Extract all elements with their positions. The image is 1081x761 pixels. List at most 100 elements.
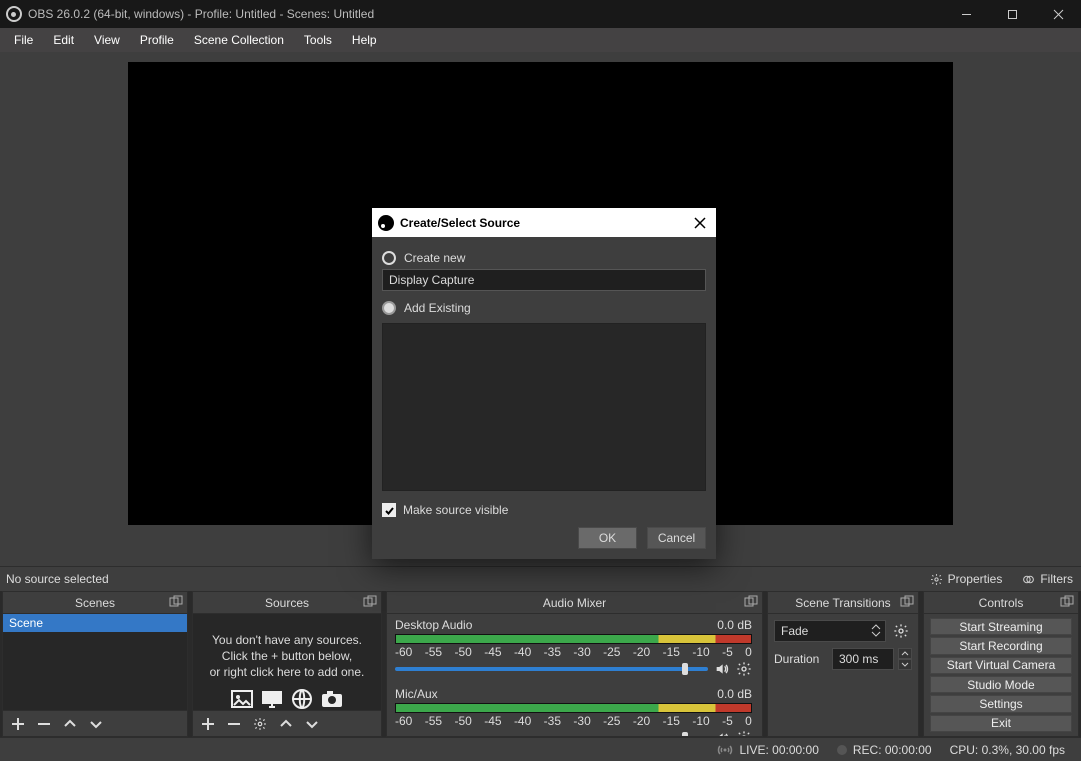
remove-source-button[interactable] — [225, 715, 243, 733]
dialog-close-button[interactable] — [690, 213, 710, 233]
popout-icon[interactable] — [900, 595, 914, 609]
obs-logo-icon — [6, 6, 22, 22]
controls-body: Start Streaming Start Recording Start Vi… — [924, 614, 1078, 736]
source-name-input[interactable]: Display Capture — [382, 269, 706, 291]
duration-label: Duration — [774, 652, 828, 666]
spin-up[interactable] — [898, 648, 912, 659]
sources-empty-line1: You don't have any sources. — [212, 632, 362, 648]
menu-bar: File Edit View Profile Scene Collection … — [0, 28, 1081, 52]
scenes-dock: Scenes Scene — [2, 591, 188, 737]
popout-icon[interactable] — [169, 595, 183, 609]
image-icon — [230, 687, 254, 710]
sources-empty-line2: Click the + button below, — [222, 648, 352, 664]
make-visible-label: Make source visible — [403, 503, 508, 517]
sources-footer — [193, 710, 381, 736]
start-virtual-camera-button[interactable]: Start Virtual Camera — [930, 657, 1072, 674]
start-recording-button[interactable]: Start Recording — [930, 637, 1072, 654]
menu-edit[interactable]: Edit — [43, 29, 84, 51]
sources-header[interactable]: Sources — [193, 592, 381, 614]
mixer-title: Audio Mixer — [543, 596, 606, 610]
camera-icon — [320, 687, 344, 710]
studio-mode-button[interactable]: Studio Mode — [930, 676, 1072, 693]
no-source-label: No source selected — [6, 572, 109, 586]
settings-button[interactable]: Settings — [930, 695, 1072, 712]
popout-icon[interactable] — [363, 595, 377, 609]
create-new-radio[interactable]: Create new — [382, 247, 706, 269]
menu-help[interactable]: Help — [342, 29, 387, 51]
properties-label: Properties — [948, 572, 1003, 586]
transition-settings-button[interactable] — [890, 620, 912, 642]
add-source-button[interactable] — [199, 715, 217, 733]
transitions-header[interactable]: Scene Transitions — [768, 592, 918, 614]
speaker-icon[interactable] — [714, 730, 730, 736]
sources-list[interactable]: You don't have any sources. Click the + … — [193, 614, 381, 710]
sources-dock: Sources You don't have any sources. Clic… — [192, 591, 382, 737]
add-scene-button[interactable] — [9, 715, 27, 733]
scenes-title: Scenes — [75, 596, 115, 610]
source-properties-button[interactable] — [251, 715, 269, 733]
checkbox-checked-icon — [382, 503, 396, 517]
gear-icon[interactable] — [736, 730, 752, 736]
create-new-label: Create new — [404, 251, 465, 265]
track-db: 0.0 dB — [717, 687, 752, 701]
popout-icon[interactable] — [1060, 595, 1074, 609]
transitions-title: Scene Transitions — [795, 596, 890, 610]
volume-slider[interactable] — [395, 667, 708, 671]
duration-spinner[interactable] — [898, 648, 912, 670]
controls-title: Controls — [979, 596, 1024, 610]
menu-view[interactable]: View — [84, 29, 130, 51]
close-button[interactable] — [1035, 0, 1081, 28]
scenes-list[interactable]: Scene — [3, 614, 187, 710]
move-scene-up-button[interactable] — [61, 715, 79, 733]
record-dot-icon — [837, 745, 847, 755]
move-source-down-button[interactable] — [303, 715, 321, 733]
menu-profile[interactable]: Profile — [130, 29, 184, 51]
source-name-value: Display Capture — [389, 273, 474, 287]
meter-ticks: -60-55-50-45-40-35-30-25-20-15-10-50 — [395, 714, 752, 728]
move-scene-down-button[interactable] — [87, 715, 105, 733]
source-toolbar: No source selected Properties Filters — [0, 566, 1081, 591]
menu-file[interactable]: File — [4, 29, 43, 51]
track-name: Desktop Audio — [395, 618, 472, 632]
status-rec: REC: 00:00:00 — [837, 743, 932, 757]
start-streaming-button[interactable]: Start Streaming — [930, 618, 1072, 635]
dialog-title: Create/Select Source — [400, 216, 520, 230]
filters-icon — [1022, 573, 1035, 586]
docks: Scenes Scene Sources You don't have any … — [0, 591, 1081, 737]
controls-dock: Controls Start Streaming Start Recording… — [923, 591, 1079, 737]
obs-logo-icon — [378, 215, 394, 231]
track-db: 0.0 dB — [717, 618, 752, 632]
controls-header[interactable]: Controls — [924, 592, 1078, 614]
filters-button[interactable]: Filters — [1014, 569, 1081, 589]
ok-button[interactable]: OK — [578, 527, 637, 549]
popout-icon[interactable] — [744, 595, 758, 609]
make-visible-checkbox[interactable]: Make source visible — [382, 501, 706, 527]
scene-item[interactable]: Scene — [3, 614, 187, 632]
spin-down[interactable] — [898, 659, 912, 670]
add-existing-radio[interactable]: Add Existing — [382, 297, 706, 319]
mixer-header[interactable]: Audio Mixer — [387, 592, 762, 614]
status-cpu: CPU: 0.3%, 30.00 fps — [950, 743, 1065, 757]
menu-tools[interactable]: Tools — [294, 29, 342, 51]
remove-scene-button[interactable] — [35, 715, 53, 733]
transition-select[interactable]: Fade — [774, 620, 886, 642]
gear-icon[interactable] — [736, 661, 752, 677]
title-bar: OBS 26.0.2 (64-bit, windows) - Profile: … — [0, 0, 1081, 28]
existing-sources-list[interactable] — [382, 323, 706, 491]
status-live: LIVE: 00:00:00 — [717, 743, 818, 757]
broadcast-icon — [717, 744, 733, 756]
move-source-up-button[interactable] — [277, 715, 295, 733]
menu-scene-collection[interactable]: Scene Collection — [184, 29, 294, 51]
properties-button[interactable]: Properties — [922, 569, 1011, 589]
minimize-button[interactable] — [943, 0, 989, 28]
volume-meter — [395, 634, 752, 644]
transition-value: Fade — [781, 624, 808, 638]
cancel-button[interactable]: Cancel — [647, 527, 706, 549]
speaker-icon[interactable] — [714, 661, 730, 677]
mixer-track-mic: Mic/Aux0.0 dB -60-55-50-45-40-35-30-25-2… — [387, 683, 762, 736]
exit-button[interactable]: Exit — [930, 715, 1072, 732]
maximize-button[interactable] — [989, 0, 1035, 28]
scenes-header[interactable]: Scenes — [3, 592, 187, 614]
duration-input[interactable]: 300 ms — [832, 648, 894, 670]
dialog-titlebar[interactable]: Create/Select Source — [372, 208, 716, 237]
